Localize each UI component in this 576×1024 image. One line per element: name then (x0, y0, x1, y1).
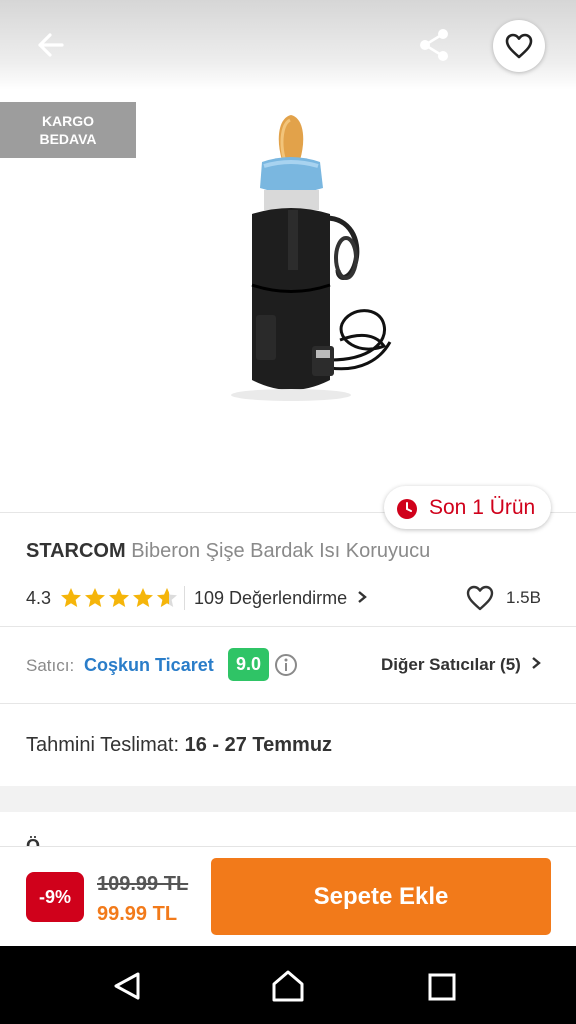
free-shipping-badge: KARGO BEDAVA (0, 102, 136, 158)
product-title: STARCOM Biberon Şişe Bardak Isı Koruyucu (26, 540, 430, 563)
clock-icon (397, 499, 417, 519)
delivery-estimate: Tahmini Teslimat: 16 - 27 Temmuz (26, 734, 332, 757)
star-icon (85, 588, 105, 607)
other-sellers-link[interactable]: Diğer Satıcılar (5) (381, 655, 542, 675)
purchase-bar: -9% 109.99 TL 99.99 TL Sepete Ekle (0, 846, 576, 946)
current-price: 99.99 TL (97, 903, 178, 925)
reviews-count: 109 Değerlendirme (194, 588, 348, 608)
delivery-label: Tahmini Teslimat: (26, 734, 180, 756)
half-star-icon (157, 588, 177, 607)
nav-back-icon[interactable] (112, 970, 144, 1002)
arrow-left-icon (38, 33, 64, 57)
seller-row: Satıcı: Coşkun Ticaret 9.0 Diğer Satıcıl… (26, 648, 556, 682)
divider (184, 586, 185, 610)
chevron-right-icon (531, 657, 541, 669)
delivery-date: 16 - 27 Temmuz (184, 734, 333, 756)
other-sellers-label: Diğer Satıcılar (5) (381, 655, 521, 674)
nav-recent-apps-icon[interactable] (428, 973, 456, 1001)
share-icon (420, 29, 448, 61)
share-button[interactable] (414, 24, 456, 66)
product-brand[interactable]: STARCOM (26, 540, 126, 562)
stock-warning-text: Son 1 Ürün (429, 496, 536, 519)
stock-warning-pill: Son 1 Ürün (384, 486, 551, 529)
section-separator (0, 786, 576, 812)
heart-outline-icon (505, 33, 533, 59)
back-button[interactable] (28, 26, 72, 64)
info-icon[interactable] (274, 653, 298, 677)
old-price: 109.99 TL (97, 873, 189, 895)
divider (0, 703, 576, 704)
heart-outline-icon (466, 585, 494, 611)
star-icon (61, 588, 81, 607)
chevron-right-icon (358, 591, 367, 603)
rating-stars (61, 588, 177, 607)
star-icon (109, 588, 129, 607)
seller-score-badge: 9.0 (228, 648, 269, 681)
seller-label: Satıcı: (26, 656, 75, 675)
nav-home-icon[interactable] (270, 969, 306, 1003)
free-shipping-line1: KARGO (41, 113, 95, 129)
product-name: Biberon Şişe Bardak Isı Koruyucu (131, 540, 431, 562)
free-shipping-line2: BEDAVA (39, 131, 97, 147)
discount-badge: -9% (26, 872, 84, 922)
star-icon (133, 588, 153, 607)
like-count: 1.5B (506, 588, 541, 607)
like-button[interactable] (466, 585, 494, 616)
top-bar (0, 0, 576, 90)
divider (0, 626, 576, 627)
product-image[interactable] (160, 110, 410, 410)
rating-value: 4.3 (26, 588, 52, 608)
favorite-button[interactable] (493, 20, 545, 72)
system-nav-bar (0, 946, 576, 1024)
add-to-cart-button[interactable]: Sepete Ekle (211, 858, 551, 935)
seller-name-link[interactable]: Coşkun Ticaret (84, 655, 214, 676)
rating-row: 4.3 109 Değerlendirme 1.5B (26, 585, 556, 612)
reviews-link[interactable]: 109 Değerlendirme (194, 588, 368, 609)
